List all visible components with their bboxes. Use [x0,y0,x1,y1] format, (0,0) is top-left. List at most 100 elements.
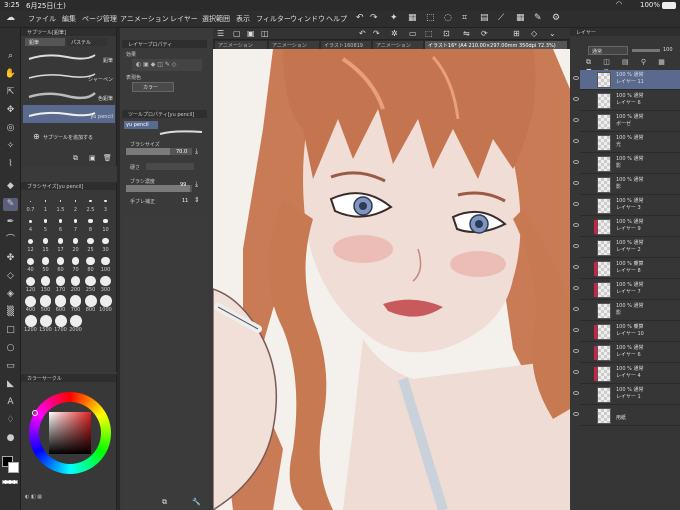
visibility-eye-icon[interactable] [573,118,579,122]
grid-icon[interactable]: ▦ [516,13,525,23]
brush-size-preset[interactable]: 500 [38,294,53,314]
brush-size-preset[interactable]: 8 [83,214,98,234]
layer-row[interactable]: 100 % 通常 レイヤー 4 [573,364,680,384]
pencil-tool-icon[interactable]: ✎ [3,198,18,211]
drawing-canvas[interactable] [213,49,570,510]
menu-page[interactable]: ページ管理 [82,14,117,24]
brush-size-preset[interactable]: 1200 [23,314,38,334]
layer-row[interactable]: 用紙 [573,406,680,426]
brush-size-preset[interactable]: 200 [68,274,83,294]
select-all-icon[interactable]: ⊡ [443,29,450,38]
visibility-eye-icon[interactable] [573,181,579,185]
ruler-icon[interactable]: ⟋ [498,13,504,23]
lasso-tool-icon[interactable]: ◎ [3,122,18,135]
eraser-icon[interactable]: ◇ [3,270,18,283]
brush-size-preset[interactable]: 80 [83,254,98,274]
visibility-eye-icon[interactable] [573,286,579,290]
subtool-settings-icon[interactable]: ⧉ [73,154,78,163]
blend-tool-icon[interactable]: ◈ [3,288,18,301]
menu-view[interactable]: 表示 [236,14,250,24]
menu-layer[interactable]: レイヤー [170,14,198,24]
brush-item-pencil[interactable]: 鉛筆 [23,48,115,66]
open-icon[interactable]: ▣ [247,29,255,38]
zoom-tool-icon[interactable]: ⌕ [3,50,18,63]
menu-help[interactable]: ヘルプ [326,14,347,24]
panel-menu-icon[interactable]: ⧉ [162,498,167,507]
brush-tool-icon[interactable]: ⌒ [3,234,18,247]
brush-size-preset[interactable]: 50 [38,254,53,274]
transform-icon[interactable]: ✦ [390,13,398,23]
brush-item-yu-pencil[interactable]: yu pencil [23,105,115,123]
shape-tool-icon[interactable]: □ [3,324,18,337]
visibility-eye-icon[interactable] [573,202,579,206]
brush-size-preset[interactable]: 12 [23,234,38,254]
tab-animation-3[interactable]: アニメーション [373,41,423,49]
brush-size-preset[interactable]: 600 [53,294,68,314]
brush-icon[interactable]: ✎ [534,13,542,23]
brush-size-preset[interactable]: 700 [68,294,83,314]
layer-row[interactable]: 100 % 通常影 [573,175,680,195]
menu-filter[interactable]: フィルター [256,14,291,24]
brush-size-preset[interactable]: 170 [53,274,68,294]
visibility-eye-icon[interactable] [573,328,579,332]
gradient-icon[interactable]: ▒ [3,306,18,319]
layers-icon[interactable]: ▤ [480,13,489,23]
layer-row[interactable]: 100 % 通常 レイヤー 11 [573,70,680,90]
layer-row[interactable]: 100 % 通常 レイヤー 2 [573,238,680,258]
figure-tool-icon[interactable]: ○ [3,342,18,355]
settings-icon[interactable]: ⚙ [552,13,560,23]
menu-window[interactable]: ウィンドウ [290,14,325,24]
menu-animation[interactable]: アニメーション [120,14,169,24]
opacity-slider[interactable] [632,49,660,52]
brush-size-preset[interactable]: 3 [98,194,113,214]
frame-tool-icon[interactable]: ▭ [3,360,18,373]
brush-size-preset[interactable]: 20 [68,234,83,254]
airbrush-icon[interactable]: ✤ [3,252,18,265]
layer-row[interactable]: 100 % 通常影 [573,154,680,174]
brush-size-preset[interactable]: 1 [38,194,53,214]
brush-size-preset[interactable]: 15 [38,234,53,254]
layer-row[interactable]: 100 % 通常 レイヤー 3 [573,196,680,216]
brush-item-colored-pencil[interactable]: 色鉛筆 [23,86,115,104]
undo-cmd-icon[interactable]: ↶ [359,29,366,38]
hand-tool-icon[interactable]: ✋ [3,68,18,81]
brush-size-preset[interactable]: 2000 [68,314,83,334]
tab-animation-2[interactable]: アニメーション [269,41,319,49]
layer-action-icons[interactable]: ⧉ ◫ ▤ ⚲ ▦ ◼ ⧈ [586,58,676,75]
density-pressure-icon[interactable]: ⤓ [195,180,198,189]
brush-size-preset[interactable]: 5 [38,214,53,234]
redo-icon[interactable]: ↷ [370,13,378,23]
blend-mode-select[interactable]: 通常 [588,46,628,55]
brush-size-preset[interactable]: 400 [23,294,38,314]
brush-size-preset[interactable]: 30 [98,234,113,254]
layer-row[interactable]: 100 % 通常 レイヤー 7 [573,280,680,300]
brush-size-preset[interactable]: 4 [23,214,38,234]
layer-row[interactable]: 100 % 通常 レイヤー 1 [573,385,680,405]
saturation-square[interactable] [49,412,91,454]
visibility-eye-icon[interactable] [573,244,579,248]
brush-size-preset[interactable]: 1000 [98,294,113,314]
ruler-tool-icon[interactable]: ◣ [3,378,18,391]
rotate-icon[interactable]: ⟳ [481,29,488,38]
visibility-eye-icon[interactable] [573,349,579,353]
menu-file[interactable]: ファイル [28,14,56,24]
hamburger-icon[interactable]: ☰ [217,29,224,38]
move-tool-icon[interactable]: ✥ [3,104,18,117]
brush-size-preset[interactable]: 17 [53,234,68,254]
deselect-icon[interactable]: ⬚ [425,29,433,38]
brush-item-mechanical[interactable]: シャーペン [23,67,115,85]
transparent-swatch[interactable] [2,480,18,484]
brush-size-preset[interactable]: 40 [23,254,38,274]
app-logo-icon[interactable]: ☁ [6,13,15,23]
brush-size-preset[interactable]: 0.7 [23,194,38,214]
visibility-eye-icon[interactable] [573,412,579,416]
color-wheel[interactable] [29,392,111,474]
layer-row[interactable]: 100 % 乗算 レイヤー 10 [573,322,680,342]
layer-row[interactable]: 100 % 通常光 [573,133,680,153]
subtool-copy-icon[interactable]: ▣ [89,154,96,162]
brush-size-preset[interactable]: 250 [83,274,98,294]
visibility-eye-icon[interactable] [573,223,579,227]
visibility-eye-icon[interactable] [573,265,579,269]
layer-row[interactable]: 100 % 通常 ボーゼ [573,112,680,132]
operation-tool-icon[interactable]: ⇱ [3,86,18,99]
